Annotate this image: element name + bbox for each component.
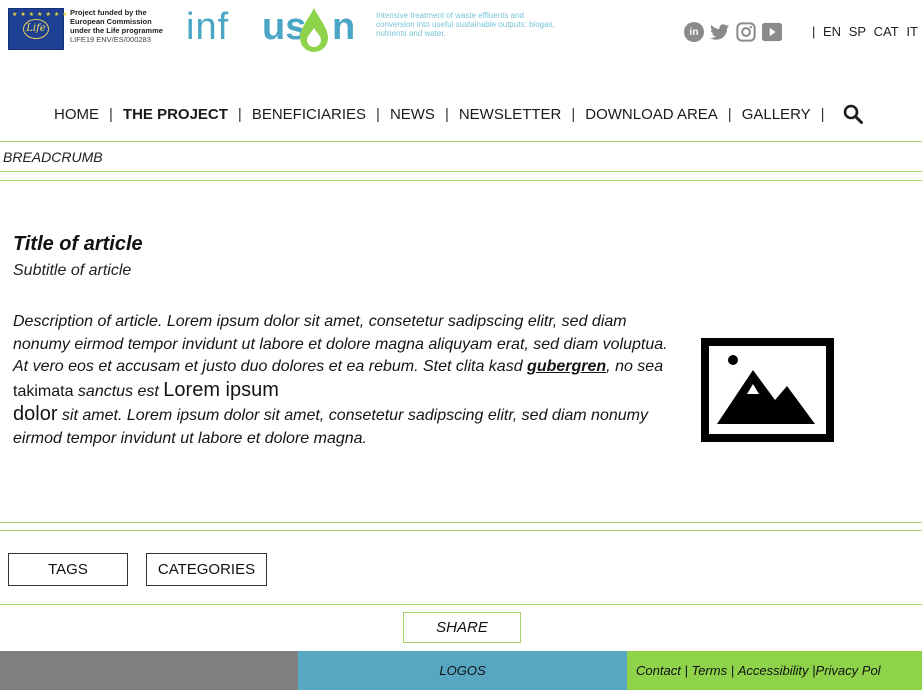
project-code: LIFE19 ENV/ES/000283 <box>70 35 151 44</box>
linkedin-icon[interactable]: in <box>684 22 704 42</box>
nav-separator: | <box>237 105 242 123</box>
life-logo-text: Life <box>23 19 49 39</box>
divider <box>0 530 922 531</box>
nav-newsletter[interactable]: NEWSLETTER <box>459 106 562 123</box>
lang-separator: | <box>812 24 816 39</box>
desc-text: takimata <box>13 382 74 400</box>
nav-separator: | <box>820 105 825 123</box>
nav-beneficiaries[interactable]: BENEFICIARIES <box>252 106 366 123</box>
lang-sp[interactable]: SP <box>849 24 866 39</box>
desc-large-text: dolor <box>13 403 58 425</box>
footer-logos: LOGOS <box>298 651 627 690</box>
language-switcher: | EN SP CAT IT <box>812 24 922 39</box>
funding-notice: Project funded by the European Commissio… <box>70 8 163 44</box>
footer-link-privacy[interactable]: Privacy Pol <box>816 663 881 678</box>
divider <box>0 522 922 523</box>
desc-link[interactable]: gubergren <box>527 358 606 375</box>
eu-stars-icon: ★★★★★★★ <box>12 12 71 18</box>
nav-separator: | <box>376 105 380 123</box>
eu-life-logo: ★★★★★★★ Life <box>8 8 71 50</box>
footer-links: Contact | Terms | Accessibility | Privacy… <box>627 651 922 690</box>
footer-separator: | <box>684 663 688 678</box>
share-button[interactable]: SHARE <box>403 612 521 643</box>
main-nav: HOME | THE PROJECT | BENEFICIARIES | NEW… <box>54 104 863 124</box>
funded-line-1: Project funded by the <box>70 8 147 17</box>
lang-en[interactable]: EN <box>823 24 841 39</box>
image-placeholder-icon <box>701 338 834 442</box>
lang-it[interactable]: IT <box>906 24 918 39</box>
nav-home[interactable]: HOME <box>54 106 99 123</box>
desc-text: sit amet. Lorem ipsum dolor sit amet, co… <box>13 407 648 447</box>
footer-link-contact[interactable]: Contact <box>636 663 681 678</box>
article-subtitle: Subtitle of article <box>13 262 132 279</box>
funded-line-2: European Commission <box>70 17 152 26</box>
footer-left-block <box>0 651 298 690</box>
divider <box>0 141 922 142</box>
social-links: in <box>684 22 782 42</box>
article-description: Description of article. Lorem ipsum dolo… <box>13 311 678 450</box>
logo-text-a: inf <box>186 6 230 48</box>
youtube-icon[interactable] <box>762 22 782 42</box>
article-title: Title of article <box>13 233 143 255</box>
nav-separator: | <box>109 105 113 123</box>
nav-download-area[interactable]: DOWNLOAD AREA <box>585 106 718 123</box>
divider <box>0 180 922 181</box>
desc-text: , no sea <box>606 358 664 375</box>
footer-link-terms[interactable]: Terms <box>691 663 727 678</box>
categories-button[interactable]: CATEGORIES <box>146 553 267 586</box>
nav-the-project[interactable]: THE PROJECT <box>123 106 228 123</box>
footer-link-accessibility[interactable]: Accessibility <box>738 663 809 678</box>
desc-large-text: Lorem ipsum <box>163 378 279 401</box>
logo-text-c: n <box>332 6 356 48</box>
nav-separator: | <box>444 105 449 123</box>
lang-cat[interactable]: CAT <box>874 24 899 39</box>
water-drop-icon <box>300 8 328 52</box>
tags-button[interactable]: TAGS <box>8 553 128 586</box>
search-icon[interactable] <box>843 104 863 124</box>
nav-news[interactable]: NEWS <box>390 106 435 123</box>
nav-gallery[interactable]: GALLERY <box>742 106 811 123</box>
breadcrumb: BREADCRUMB <box>3 149 103 165</box>
infusion-logo[interactable]: inf us n <box>186 4 366 54</box>
tagline: Intensive treatment of waste effluents a… <box>376 11 555 38</box>
nav-separator: | <box>571 105 576 123</box>
desc-text: sanctus est <box>73 382 164 400</box>
twitter-icon[interactable] <box>710 22 730 42</box>
footer-separator: | <box>730 663 735 678</box>
instagram-icon[interactable] <box>736 22 756 42</box>
nav-separator: | <box>727 105 732 123</box>
divider <box>0 604 922 605</box>
divider <box>0 171 922 172</box>
funded-line-3: under the Life programme <box>70 26 163 35</box>
